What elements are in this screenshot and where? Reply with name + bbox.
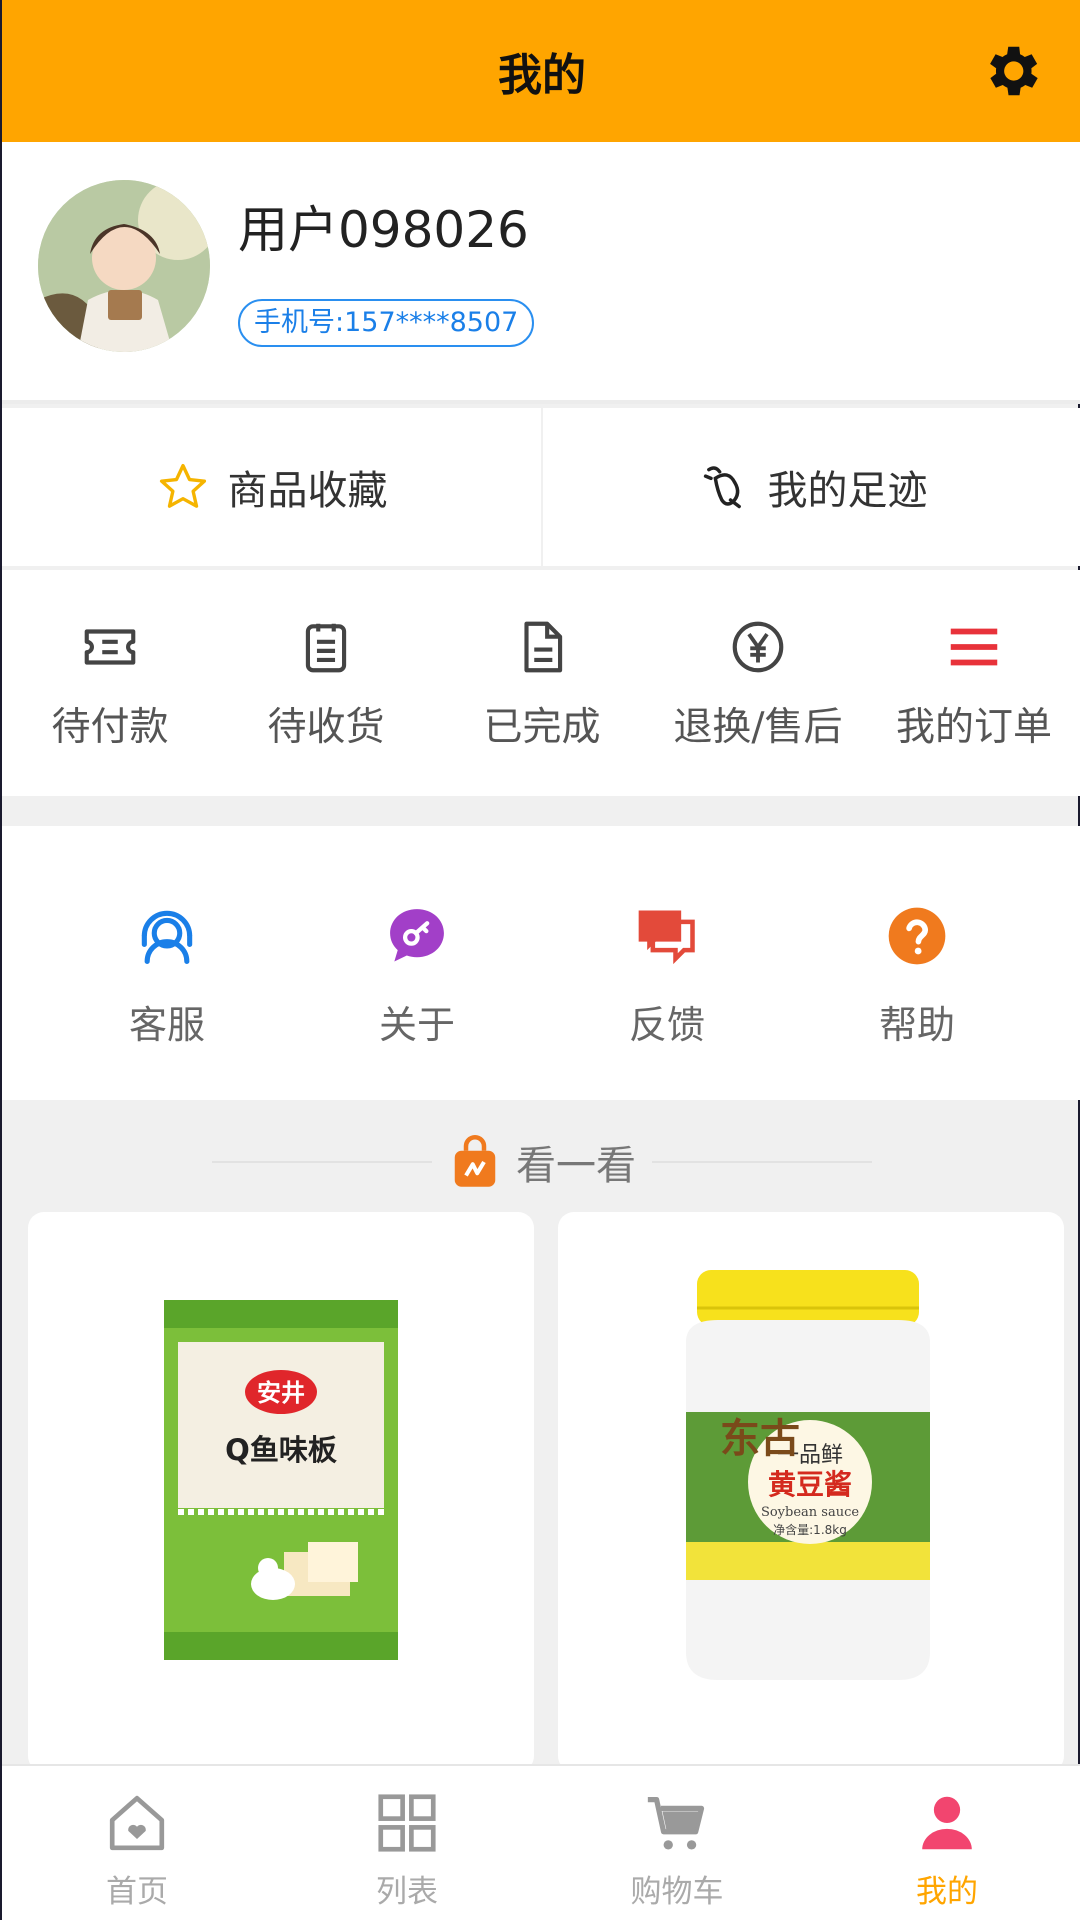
recommend-section-title: 看一看 bbox=[2, 1128, 1080, 1196]
about-button[interactable]: 关于 bbox=[292, 826, 542, 1100]
order-shortcuts: 待付款 待收货 已完成 退换/售后 我的订单 bbox=[2, 570, 1080, 796]
quick-links: 商品收藏 我的足迹 bbox=[2, 408, 1080, 566]
order-after-sales[interactable]: 退换/售后 bbox=[650, 570, 866, 796]
my-orders-button[interactable]: 我的订单 bbox=[866, 570, 1080, 796]
footprint-button[interactable]: 我的足迹 bbox=[543, 408, 1080, 566]
customer-service-button[interactable]: 客服 bbox=[42, 826, 292, 1100]
tab-list[interactable]: 列表 bbox=[272, 1766, 542, 1920]
page-title: 我的 bbox=[498, 50, 586, 101]
product-image-fish-board: 安井 Q鱼味板 bbox=[164, 1300, 398, 1660]
tab-home[interactable]: 首页 bbox=[2, 1766, 272, 1920]
help-button[interactable]: 帮助 bbox=[792, 826, 1042, 1100]
divider-right bbox=[652, 1161, 872, 1163]
ticket-icon bbox=[84, 629, 136, 665]
tab-me[interactable]: 我的 bbox=[812, 1766, 1080, 1920]
settings-gear-icon[interactable] bbox=[978, 38, 1044, 104]
cart-icon bbox=[647, 1797, 705, 1850]
document-icon bbox=[524, 621, 563, 673]
grid-icon bbox=[378, 1794, 436, 1852]
home-icon bbox=[109, 1795, 165, 1851]
order-label: 我的订单 bbox=[895, 705, 1052, 750]
shopping-bag-icon bbox=[454, 1135, 496, 1187]
service-shortcuts: 客服 关于 反馈 帮助 bbox=[2, 826, 1080, 1100]
order-pending-receipt[interactable]: 待收货 bbox=[218, 570, 434, 796]
yen-icon bbox=[732, 621, 784, 673]
tab-label: 购物车 bbox=[630, 1874, 724, 1910]
star-icon bbox=[159, 463, 206, 508]
service-label: 帮助 bbox=[878, 1003, 955, 1047]
product-card[interactable]: 安井 Q鱼味板 bbox=[28, 1212, 534, 1772]
tab-label: 我的 bbox=[916, 1874, 978, 1910]
tab-cart[interactable]: 购物车 bbox=[542, 1766, 812, 1920]
favorites-button[interactable]: 商品收藏 bbox=[2, 408, 543, 566]
speech-bubbles-icon bbox=[638, 910, 695, 965]
product-brand: 安井 bbox=[257, 1379, 305, 1407]
product-name: 黄豆酱 bbox=[768, 1468, 852, 1501]
menu-icon bbox=[950, 628, 998, 666]
product-brand: 东古 bbox=[720, 1415, 800, 1462]
order-pending-payment[interactable]: 待付款 bbox=[2, 570, 218, 796]
feedback-button[interactable]: 反馈 bbox=[542, 826, 792, 1100]
section-label: 看一看 bbox=[516, 1143, 636, 1189]
tab-label: 首页 bbox=[106, 1874, 168, 1910]
profile-card: 用户098026 手机号:157****8507 bbox=[2, 142, 1080, 404]
footprint-icon bbox=[703, 466, 741, 509]
top-bar: 我的 bbox=[2, 0, 1080, 142]
order-label: 退换/售后 bbox=[673, 705, 843, 750]
product-card[interactable]: 一品鲜 黄豆酱 Soybean sauce 净含量:1.8kg 东古 bbox=[558, 1212, 1064, 1772]
product-english-name: Soybean sauce bbox=[761, 1505, 859, 1520]
chat-key-icon bbox=[390, 909, 444, 962]
favorites-label: 商品收藏 bbox=[227, 468, 388, 514]
footprint-label: 我的足迹 bbox=[767, 468, 928, 514]
clipboard-icon bbox=[305, 623, 347, 673]
order-completed[interactable]: 已完成 bbox=[434, 570, 650, 796]
phone-badge: 手机号:157****8507 bbox=[238, 299, 535, 347]
question-icon bbox=[888, 907, 946, 965]
tab-label: 列表 bbox=[376, 1874, 438, 1910]
service-label: 反馈 bbox=[628, 1003, 705, 1047]
username: 用户098026 bbox=[238, 201, 529, 259]
bottom-tab-bar: 首页 列表 购物车 我的 bbox=[2, 1764, 1080, 1920]
person-icon bbox=[922, 1796, 972, 1850]
headset-icon bbox=[141, 910, 193, 965]
service-label: 关于 bbox=[378, 1003, 455, 1047]
service-label: 客服 bbox=[128, 1003, 205, 1047]
avatar[interactable] bbox=[38, 180, 210, 352]
product-name: Q鱼味板 bbox=[225, 1433, 338, 1467]
order-label: 待收货 bbox=[267, 705, 385, 750]
product-image-soybean-sauce: 一品鲜 黄豆酱 Soybean sauce 净含量:1.8kg 东古 bbox=[686, 1270, 930, 1680]
divider-left bbox=[212, 1161, 432, 1163]
order-label: 已完成 bbox=[483, 705, 601, 750]
order-label: 待付款 bbox=[51, 705, 169, 750]
product-weight: 净含量:1.8kg bbox=[773, 1522, 847, 1537]
